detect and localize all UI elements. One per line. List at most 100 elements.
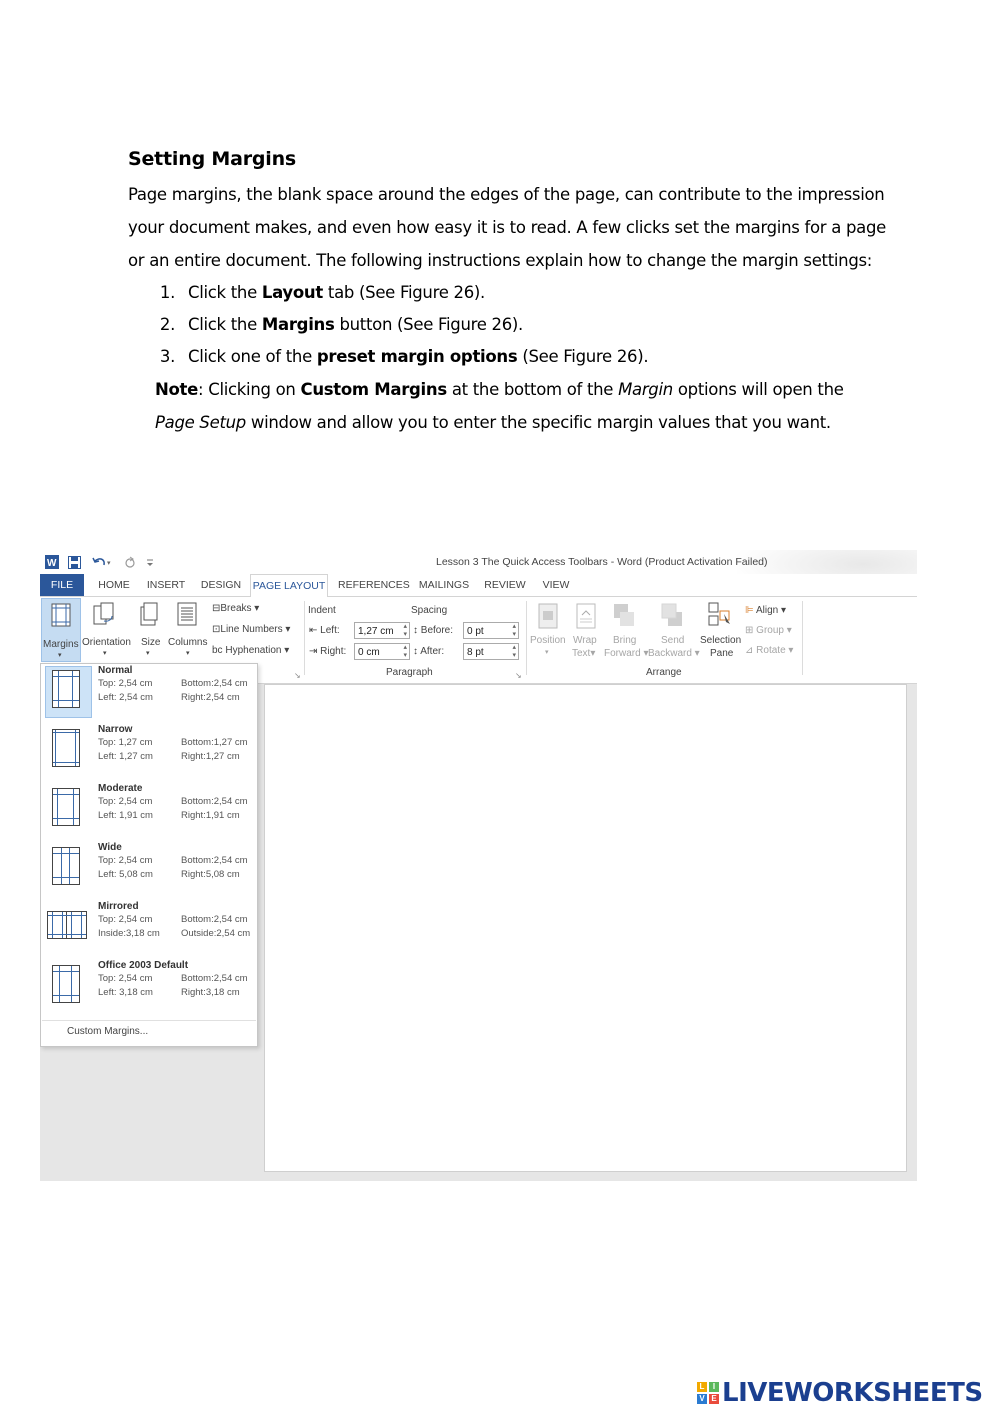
group-separator <box>526 601 527 675</box>
option-name: Office 2003 Default <box>98 960 189 971</box>
group-button[interactable]: ⊞ Group ▾ <box>745 625 792 636</box>
spinner-arrows-icon: ▴ ▾ <box>512 623 516 638</box>
pane-label[interactable]: Pane <box>710 648 733 659</box>
window-title: Lesson 3 The Quick Access Toolbars - Wor… <box>436 556 768 568</box>
selection-pane-icon[interactable] <box>708 602 732 628</box>
intro-paragraph: Page margins, the blank space around the… <box>128 185 886 270</box>
tab-design[interactable]: DESIGN <box>200 574 242 596</box>
spacing-after-label: ↕ After: <box>413 646 445 657</box>
backward-label[interactable]: Backward ▾ <box>648 648 700 659</box>
margin-option-office-2003-default[interactable]: Office 2003 Default Top: 2,54 cm Bottom:2… <box>42 959 256 1015</box>
office-2003-margin-icon <box>52 965 80 1003</box>
bring-forward-icon[interactable] <box>613 603 635 629</box>
orientation-label[interactable]: Orientation <box>82 637 131 648</box>
svg-text:W: W <box>47 558 57 569</box>
option-row: Top: 2,54 cm Bottom:2,54 cm <box>98 678 248 689</box>
page-setup-launcher-icon[interactable]: ↘ <box>294 671 301 680</box>
margin-option-wide[interactable]: Wide Top: 2,54 cm Bottom:2,54 cm Left: 5,… <box>42 841 256 897</box>
wrap-text-icon[interactable] <box>576 603 596 629</box>
spacing-before-label: ↕ Before: <box>413 625 454 636</box>
normal-margin-icon <box>52 670 80 708</box>
align-button[interactable]: ⊫ Align ▾ <box>745 605 786 616</box>
margin-option-moderate[interactable]: Moderate Top: 2,54 cm Bottom:2,54 cm Left… <box>42 782 256 838</box>
custom-margins-item[interactable]: Custom Margins... <box>67 1026 148 1037</box>
send-backward-icon[interactable] <box>661 603 683 629</box>
save-icon[interactable] <box>68 554 81 570</box>
moderate-margin-icon <box>52 788 80 826</box>
breaks-button[interactable]: ⊟Breaks ▾ <box>212 603 259 614</box>
indent-left-icon: ⇤ <box>309 625 318 636</box>
logo-squares-icon: L I V E <box>697 1382 719 1404</box>
tab-mailings[interactable]: MAILINGS <box>418 574 470 596</box>
size-icon[interactable] <box>140 602 158 626</box>
document-page[interactable] <box>264 684 907 1172</box>
instruction-text: Setting Margins Page margins, the blank … <box>128 148 888 439</box>
narrow-margin-icon <box>52 729 80 767</box>
option-row: Left: 1,91 cm Right:1,91 cm <box>98 810 240 821</box>
position-label[interactable]: Position <box>530 635 566 646</box>
margin-option-narrow[interactable]: Narrow Top: 1,27 cm Bottom:1,27 cm Left: … <box>42 723 256 779</box>
spinner-arrows-icon: ▴ ▾ <box>512 644 516 659</box>
position-icon[interactable] <box>538 603 558 629</box>
tab-insert[interactable]: INSERT <box>146 574 186 596</box>
option-name: Moderate <box>98 783 143 794</box>
margin-option-normal[interactable]: Normal Top: 2,54 cm Bottom:2,54 cm Left: … <box>42 664 256 720</box>
word-window-screenshot: W ▾ Lesson 3 The Quick Access Toolbars -… <box>40 550 917 1181</box>
margins-button[interactable]: Margins ▾ <box>41 598 81 662</box>
margin-option-mirrored[interactable]: Mirrored Top: 2,54 cm Bottom:2,54 cm Insi… <box>42 900 256 956</box>
option-name: Narrow <box>98 724 133 735</box>
columns-label[interactable]: Columns <box>168 637 207 648</box>
group-separator <box>304 601 305 675</box>
chevron-down-icon: ▾ <box>545 649 549 656</box>
spacing-after-input[interactable]: 8 pt ▴ ▾ <box>463 643 519 660</box>
logo-text: LIVEWORKSHEETS <box>722 1378 983 1408</box>
wrap-label[interactable]: Wrap <box>573 635 597 646</box>
spinner-arrows-icon: ▴ ▾ <box>403 623 407 638</box>
columns-icon[interactable] <box>177 602 197 626</box>
tab-references[interactable]: REFERENCES <box>338 574 410 596</box>
hyphenation-icon: bc <box>212 645 223 656</box>
tab-home[interactable]: HOME <box>96 574 132 596</box>
spacing-after-icon: ↕ <box>413 646 418 657</box>
indent-left-input[interactable]: 1,27 cm ▴ ▾ <box>354 622 410 639</box>
selection-label[interactable]: Selection <box>700 635 741 646</box>
redo-icon[interactable] <box>124 554 136 570</box>
option-row: Left: 2,54 cm Right:2,54 cm <box>98 692 240 703</box>
option-row: Top: 2,54 cm Bottom:2,54 cm <box>98 796 248 807</box>
tab-file[interactable]: FILE <box>40 574 84 596</box>
rotate-icon: ⊿ <box>745 645 754 656</box>
spacing-before-icon: ↕ <box>413 625 418 636</box>
step-item: Click the Layout tab (See Figure 26). <box>180 277 888 309</box>
spacing-before-input[interactable]: 0 pt ▴ ▾ <box>463 622 519 639</box>
tab-page-layout[interactable]: PAGE LAYOUT <box>250 574 328 598</box>
text-label[interactable]: Text▾ <box>572 648 595 659</box>
chevron-down-icon: ▾ <box>103 650 107 657</box>
indent-right-input[interactable]: 0 cm ▴ ▾ <box>354 643 410 660</box>
step-item: Click the Margins button (See Figure 26)… <box>180 309 888 341</box>
svg-text:▾: ▾ <box>107 560 111 567</box>
step-item: Click one of the preset margin options (… <box>180 341 888 373</box>
option-row: Top: 1,27 cm Bottom:1,27 cm <box>98 737 248 748</box>
line-numbers-button[interactable]: ⊡Line Numbers ▾ <box>212 624 290 635</box>
spacing-label: Spacing <box>411 605 448 616</box>
paragraph-launcher-icon[interactable]: ↘ <box>515 671 522 680</box>
send-label[interactable]: Send <box>661 635 684 646</box>
tab-view[interactable]: VIEW <box>540 574 572 596</box>
section-heading: Setting Margins <box>128 148 297 170</box>
option-name: Mirrored <box>98 901 139 912</box>
chevron-down-icon: ▾ <box>186 650 190 657</box>
indent-label: Indent <box>308 605 336 616</box>
size-label[interactable]: Size <box>141 637 160 648</box>
tab-review[interactable]: REVIEW <box>484 574 526 596</box>
customize-toolbar-icon[interactable] <box>146 554 154 570</box>
chevron-down-icon: ▾ <box>146 650 150 657</box>
indent-right-icon: ⇥ <box>309 646 318 657</box>
forward-label[interactable]: Forward ▾ <box>604 648 649 659</box>
rotate-button[interactable]: ⊿ Rotate ▾ <box>745 645 793 656</box>
title-bar: W ▾ Lesson 3 The Quick Access Toolbars -… <box>40 550 917 598</box>
orientation-icon[interactable] <box>93 602 115 626</box>
option-row: Left: 1,27 cm Right:1,27 cm <box>98 751 240 762</box>
bring-label[interactable]: Bring <box>613 635 636 646</box>
undo-icon[interactable]: ▾ <box>92 554 114 570</box>
hyphenation-button[interactable]: bc Hyphenation ▾ <box>212 645 289 656</box>
